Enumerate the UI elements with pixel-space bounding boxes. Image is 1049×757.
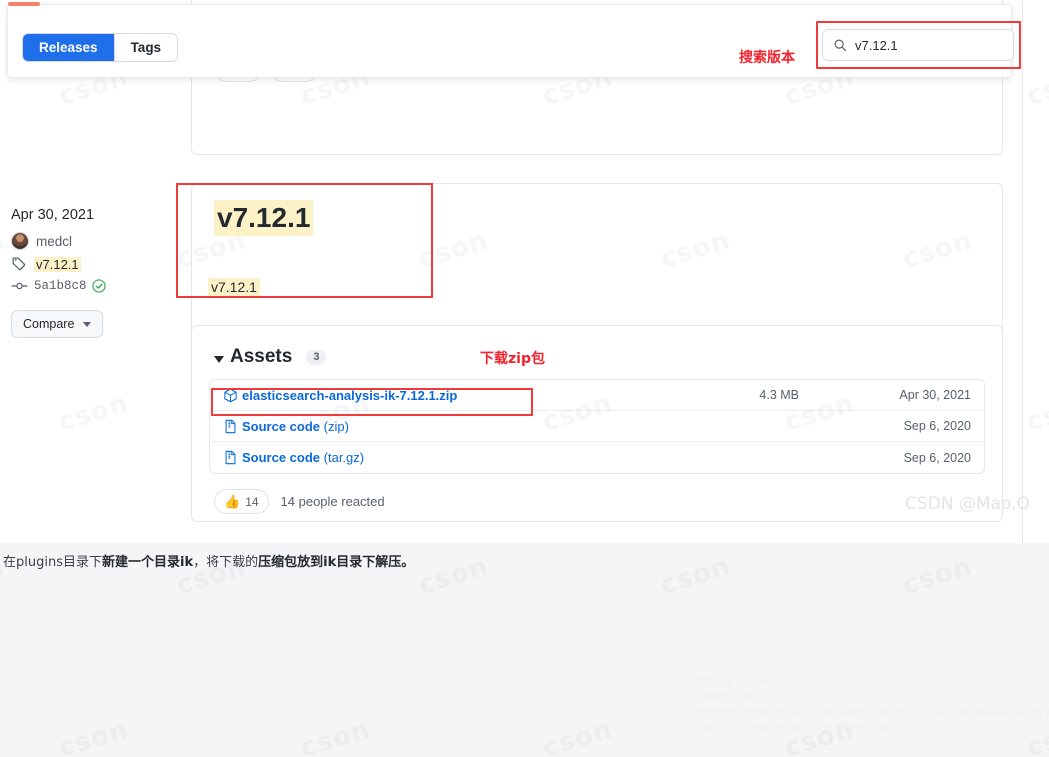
asset-date: Sep 6, 2020	[903, 450, 971, 465]
instruction-seg3: ，将下载的	[193, 555, 259, 570]
chevron-down-icon	[83, 321, 92, 327]
instruction-text: 在plugins目录下新建一个目录ik，将下载的压缩包放到ik目录下解压。	[0, 543, 1049, 570]
instruction-seg4: 压缩包放到ik目录下解压。	[258, 555, 415, 570]
reaction-summary-text: 14 people reacted	[280, 494, 385, 509]
file-zip-icon	[223, 419, 238, 434]
release-body: v7.12.1	[208, 278, 260, 296]
asset-name: Source code	[242, 450, 321, 465]
release-tag[interactable]: v7.12.1	[11, 256, 181, 272]
scroll-progress-indicator	[8, 2, 40, 6]
compare-button[interactable]: Compare	[11, 310, 104, 338]
chevron-down-icon	[214, 355, 224, 363]
package-icon	[223, 388, 238, 403]
assets-toggle-expanded[interactable]: Assets 3	[214, 346, 327, 368]
assets-count-badge: 3	[306, 349, 327, 365]
release-date: Apr 30, 2021	[11, 207, 95, 223]
tag-icon	[11, 256, 28, 272]
footer-source: 内容来源：csdn.net	[692, 677, 790, 689]
tab-releases[interactable]: Releases	[23, 34, 115, 61]
commit-sha: 5a1b8c8	[34, 279, 87, 293]
table-row[interactable]: Source code (zip) Sep 6, 2020	[210, 411, 984, 442]
assets-card: Assets 3 下载zip包 elasticsearch-analysis-i…	[191, 325, 1003, 522]
assets-label-text: Assets	[230, 346, 293, 367]
download-annotation: 下载zip包	[480, 351, 545, 367]
commit-icon	[11, 278, 28, 294]
asset-date: Sep 6, 2020	[903, 419, 971, 433]
reaction-count: 14	[245, 494, 259, 509]
verified-check-icon	[91, 279, 106, 293]
asset-suffix: (tar.gz)	[320, 450, 365, 465]
asset-link[interactable]: elasticsearch-analysis-ik-7.12.1.zip	[242, 388, 457, 403]
footer-homepage-link: 作者主页：https://blog.csdn.net/m0_60155232	[692, 722, 933, 734]
releases-tags-segmented-control: Releases Tags	[22, 33, 179, 62]
file-zip-icon	[223, 450, 238, 465]
asset-link[interactable]: Source code (zip)	[242, 419, 349, 434]
search-value: v7.12.1	[855, 37, 898, 53]
search-input[interactable]: v7.12.1	[822, 29, 1014, 61]
assets-table: elasticsearch-analysis-ik-7.12.1.zip 4.3…	[209, 379, 985, 474]
avatar	[11, 232, 29, 250]
reactions-row: 👍 14 14 people reacted	[214, 489, 385, 514]
asset-name: Source code	[242, 418, 321, 434]
table-row[interactable]: elasticsearch-analysis-ik-7.12.1.zip 4.3…	[210, 380, 984, 411]
reaction-thumbsup[interactable]: 👍 14	[214, 489, 269, 514]
asset-size: 4.3 MB	[759, 388, 799, 402]
asset-suffix: (zip)	[320, 418, 349, 434]
watermark-tile: cson	[539, 714, 617, 757]
releases-header-panel: Releases Tags 搜索版本 v7.12.1	[7, 4, 1021, 78]
tab-tags[interactable]: Tags	[114, 34, 178, 61]
watermark-tile: cson	[297, 714, 375, 757]
release-title: v7.12.1	[214, 200, 314, 237]
assets-heading: Assets	[214, 346, 292, 368]
footer-original-link: 原文链接：https://blog.csdn.net/m0_60155232/a…	[692, 707, 1049, 719]
instruction-seg1: 在plugins目录下	[3, 555, 102, 570]
author-name: medcl	[36, 233, 73, 249]
instruction-seg2: 新建一个目录ik	[101, 555, 194, 570]
footer-author: 作者昵称：Mao.O	[692, 692, 778, 704]
release-author[interactable]: medcl	[11, 232, 181, 250]
tag-name: v7.12.1	[34, 256, 81, 272]
table-row[interactable]: Source code (tar.gz) Sep 6, 2020	[210, 442, 984, 473]
asset-link[interactable]: Source code (tar.gz)	[242, 450, 364, 465]
compare-label: Compare	[23, 317, 75, 331]
sheet-right-margin	[1023, 0, 1049, 543]
release-commit[interactable]: 5a1b8c8	[11, 278, 181, 294]
watermark-tile: cson	[55, 714, 133, 757]
csdn-footer-meta: 内容来源：csdn.net 作者昵称：Mao.O 原文链接：https://bl…	[692, 676, 1049, 736]
release-meta-sidebar: Apr 30, 2021 medcl v7.12.1 5a1b8c8 Compa…	[11, 207, 181, 338]
asset-date: Apr 30, 2021	[899, 388, 971, 402]
thumbsup-icon: 👍	[224, 493, 241, 509]
csdn-author-watermark: CSDN @Mao.O	[905, 494, 1030, 514]
search-icon	[833, 38, 847, 52]
search-annotation: 搜索版本	[739, 50, 795, 66]
asset-name: elasticsearch-analysis-ik-7.12.1.zip	[242, 387, 458, 403]
